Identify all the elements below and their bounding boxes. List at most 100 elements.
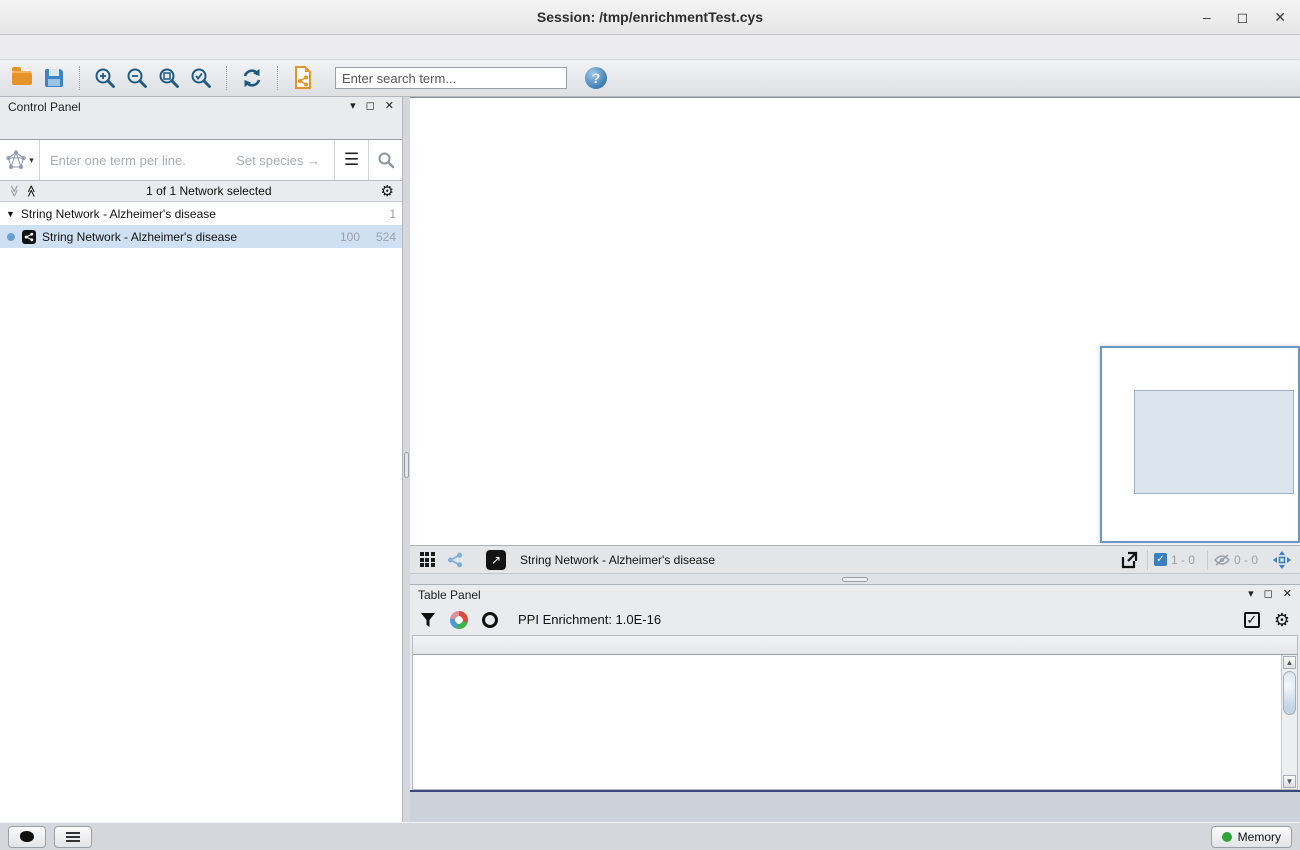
splitter-grip[interactable]	[404, 452, 409, 478]
control-panel-empty-area	[0, 248, 402, 822]
save-session-button[interactable]	[40, 64, 68, 92]
zoom-out-icon	[125, 66, 149, 90]
tree-expand-icon[interactable]: ▼	[6, 209, 15, 219]
network-selection-bar: ≫ ≪ 1 of 1 Network selected ⚙	[0, 181, 402, 202]
close-icon[interactable]: ✕	[1274, 10, 1286, 24]
refresh-button[interactable]	[238, 64, 266, 92]
main-toolbar: ?	[0, 60, 1300, 97]
ppi-enrichment-value: PPI Enrichment: 1.0E-16	[518, 612, 1230, 627]
table-panel-tabs	[410, 790, 1300, 822]
table-header-row	[413, 636, 1297, 655]
network-icon	[22, 230, 36, 244]
enrichment-toolbar: PPI Enrichment: 1.0E-16 ✓ ⚙	[410, 604, 1300, 635]
application-window: Session: /tmp/enrichmentTest.cys – ◻ ✕ ?…	[0, 0, 1300, 850]
splitter-grip[interactable]	[842, 577, 868, 582]
chart-icon[interactable]	[450, 611, 468, 629]
network-row-selected[interactable]: String Network - Alzheimer's disease 100…	[0, 225, 402, 248]
minimize-icon[interactable]: –	[1203, 10, 1211, 24]
navigator-button[interactable]	[1270, 548, 1294, 572]
expand-all-icon[interactable]: ≪	[24, 185, 38, 198]
window-title: Session: /tmp/enrichmentTest.cys	[537, 9, 763, 25]
dropdown-arrow-icon: ▾	[29, 155, 34, 166]
status-bar: Memory	[0, 822, 1300, 850]
table-rows	[413, 655, 1281, 789]
network-node-count: 100	[330, 230, 360, 244]
select-terms-icon[interactable]: ✓	[1244, 612, 1260, 628]
string-protein-query-selector[interactable]: ▾	[0, 140, 40, 180]
float-panel-icon[interactable]: ◻	[366, 101, 375, 112]
ring-chart-icon[interactable]	[482, 612, 498, 628]
document-share-icon	[291, 65, 315, 91]
collapse-all-icon[interactable]: ≫	[7, 185, 21, 198]
network-selected-status: 1 of 1 Network selected	[37, 184, 380, 198]
enrichment-settings-gear-icon[interactable]: ⚙	[1274, 611, 1290, 629]
open-session-button[interactable]	[8, 64, 36, 92]
string-query-input[interactable]	[40, 153, 334, 168]
search-input[interactable]	[335, 67, 567, 89]
hidden-count: 0 - 0	[1234, 553, 1258, 567]
scrollbar-thumb[interactable]	[1283, 671, 1296, 715]
scroll-up-icon[interactable]: ▲	[1283, 656, 1296, 669]
network-collection-row[interactable]: ▼ String Network - Alzheimer's disease 1	[0, 202, 402, 225]
enrichment-table: ▲ ▼	[412, 635, 1298, 790]
control-panel-title: Control Panel	[8, 100, 81, 114]
filter-icon[interactable]	[420, 612, 436, 628]
zoom-fit-button[interactable]	[155, 64, 183, 92]
birds-eye-view[interactable]	[1100, 346, 1300, 543]
zoom-fit-icon	[157, 66, 181, 90]
folder-icon	[12, 71, 32, 85]
selected-nodes-badge: ✓ 1 - 0	[1147, 550, 1201, 570]
detach-view-button[interactable]: ↗	[486, 550, 506, 570]
birds-eye-viewport[interactable]	[1134, 390, 1294, 494]
network-share-button[interactable]	[444, 549, 466, 571]
string-search-bar: ▾ Set species → ☰	[0, 140, 402, 181]
network-options-gear-icon[interactable]: ⚙	[381, 184, 394, 199]
current-network-dot	[7, 233, 15, 241]
control-panel: Control Panel ▾ ◻ ✕ ▾ Set species → ☰	[0, 97, 403, 822]
panel-menu-icon[interactable]: ▾	[350, 101, 356, 112]
network-label: String Network - Alzheimer's disease	[42, 230, 324, 244]
refresh-icon	[241, 67, 263, 89]
task-history-button[interactable]	[8, 826, 46, 848]
hidden-nodes-badge: 0 - 0	[1207, 550, 1264, 570]
search-icon	[377, 151, 395, 169]
close-panel-icon[interactable]: ✕	[385, 101, 394, 112]
zoom-selected-icon	[189, 66, 213, 90]
zoom-in-button[interactable]	[91, 64, 119, 92]
task-list-button[interactable]	[54, 826, 92, 848]
memory-status-dot	[1222, 832, 1232, 842]
memory-button[interactable]: Memory	[1211, 826, 1292, 848]
export-network-button[interactable]	[1117, 548, 1141, 572]
share-icon	[447, 552, 463, 568]
export-icon	[1119, 550, 1139, 570]
zoom-in-icon	[93, 66, 117, 90]
table-panel-header: Table Panel ▾ ◻ ✕	[410, 585, 1300, 604]
zoom-selected-button[interactable]	[187, 64, 215, 92]
vertical-splitter[interactable]	[403, 97, 410, 822]
float-panel-icon[interactable]: ◻	[1264, 589, 1273, 600]
string-search-button[interactable]	[368, 140, 402, 180]
grid-icon	[420, 552, 435, 567]
help-icon[interactable]: ?	[585, 67, 607, 89]
horizontal-splitter[interactable]	[410, 573, 1300, 585]
network-from-file-button[interactable]	[289, 64, 317, 92]
save-icon	[45, 69, 63, 87]
panel-menu-icon[interactable]: ▾	[1248, 589, 1254, 600]
move-compass-icon	[1272, 550, 1292, 570]
vertical-scrollbar[interactable]: ▲ ▼	[1281, 655, 1297, 789]
grid-mode-button[interactable]	[416, 549, 438, 571]
title-bar: Session: /tmp/enrichmentTest.cys – ◻ ✕	[0, 0, 1300, 35]
string-options-button[interactable]: ☰	[334, 140, 368, 180]
hidden-eye-icon	[1214, 554, 1230, 566]
collection-label: String Network - Alzheimer's disease	[21, 207, 360, 221]
cloud-icon	[20, 831, 34, 842]
menu-bar	[0, 35, 1300, 60]
network-canvas[interactable]	[410, 97, 1300, 545]
network-edge-count: 524	[366, 230, 396, 244]
maximize-icon[interactable]: ◻	[1237, 10, 1249, 24]
scroll-down-icon[interactable]: ▼	[1283, 775, 1296, 788]
control-panel-tabs	[0, 116, 402, 140]
close-panel-icon[interactable]: ✕	[1283, 589, 1292, 600]
list-icon	[66, 832, 80, 842]
zoom-out-button[interactable]	[123, 64, 151, 92]
